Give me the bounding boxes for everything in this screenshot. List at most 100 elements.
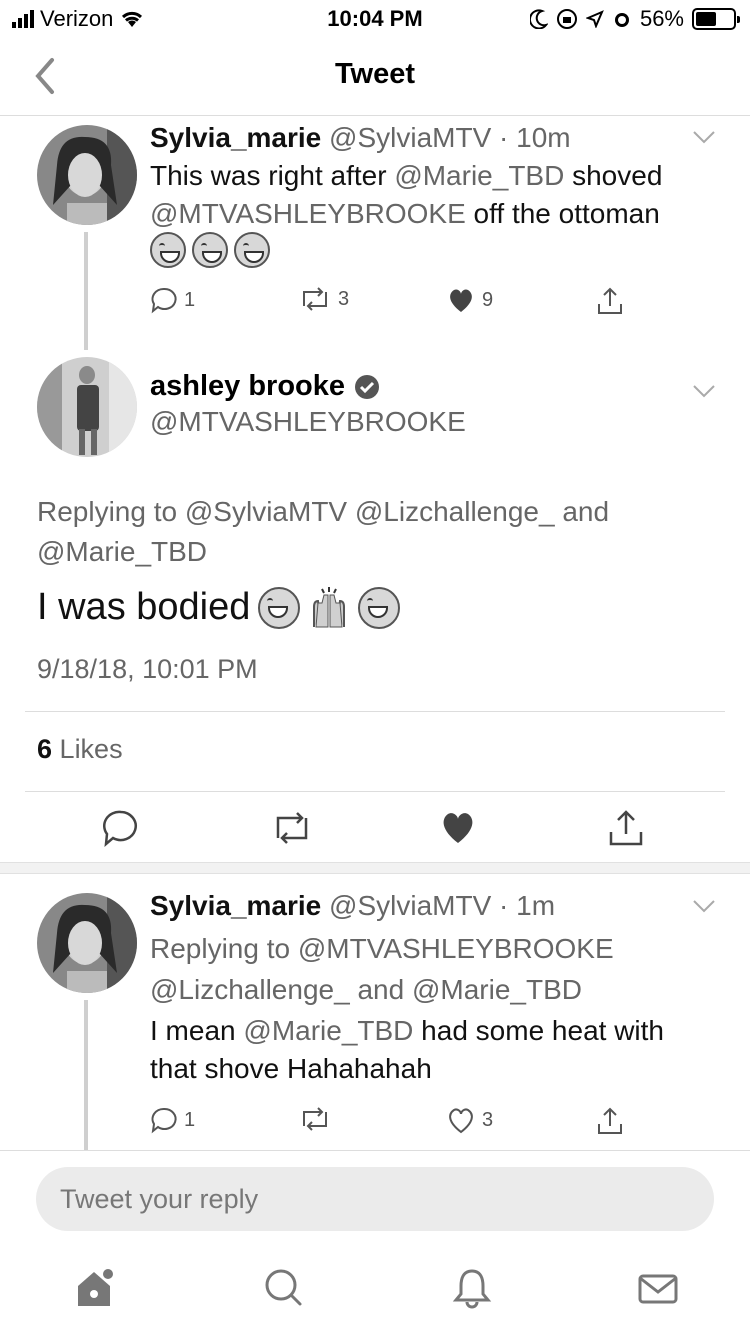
main-author-handle[interactable]: @MTVASHLEYBROOKE <box>150 406 466 438</box>
mention-link[interactable]: @MTVASHLEYBROOKE <box>298 933 614 964</box>
replying-and: and <box>562 496 610 527</box>
search-icon[interactable] <box>262 1266 306 1310</box>
retweet-button[interactable] <box>298 1106 332 1132</box>
retweet-icon <box>303 1107 327 1131</box>
battery-percent: 56% <box>639 6 684 31</box>
chevron-down-icon[interactable] <box>692 130 716 144</box>
tweet-body: I mean @Marie_TBD had some heat with that… <box>150 1012 720 1088</box>
laughing-emoji-icon <box>192 232 228 268</box>
battery-icon <box>692 8 740 30</box>
tweet-time: 10m <box>516 122 571 153</box>
tweet-author-name[interactable]: Sylvia_marie <box>150 122 321 153</box>
mention-link[interactable]: @Marie_TBD <box>412 974 582 1005</box>
raised-hands-emoji-icon <box>308 586 350 629</box>
status-right: 56% <box>529 6 740 32</box>
reply-button[interactable]: 1 <box>150 1106 195 1134</box>
tweet-text: shoved <box>564 160 663 191</box>
chevron-down-icon[interactable] <box>692 384 716 398</box>
share-icon <box>598 287 622 314</box>
retweet-icon <box>303 287 327 311</box>
chevron-down-icon[interactable] <box>692 899 716 913</box>
tweet-text: had some heat with <box>413 1015 664 1046</box>
mention-link[interactable]: @Lizchallenge_ <box>355 496 555 527</box>
main-tweet-text: I was bodied <box>37 586 401 629</box>
tweet-text: This was right after <box>150 160 395 191</box>
tweet-author-handle[interactable]: @SylviaMTV <box>329 122 491 153</box>
moon-icon <box>529 9 548 29</box>
mention-link[interactable]: @Marie_TBD <box>37 536 207 567</box>
tweet-header: Sylvia_marie @SylviaMTV · 10m <box>150 122 571 153</box>
divider <box>25 711 725 712</box>
page-title: Tweet <box>334 58 416 90</box>
likes-label: Likes <box>59 734 123 764</box>
location-icon <box>585 10 604 28</box>
like-button[interactable]: 9 <box>446 286 493 314</box>
alarm-icon <box>614 13 629 27</box>
winking-tongue-emoji-icon <box>358 586 401 629</box>
mention-link[interactable]: @Lizchallenge_ <box>150 974 350 1005</box>
tweet-body: This was right after @Marie_TBD shoved @M… <box>150 157 710 233</box>
likes-count: 6 <box>37 734 53 764</box>
tweet-text: off the ottoman <box>465 198 660 229</box>
main-tweet-timestamp: 9/18/18, 10:01 PM <box>37 654 258 684</box>
like-button[interactable]: 3 <box>446 1106 493 1134</box>
laughing-emoji-icon <box>234 232 270 268</box>
share-icon <box>598 1107 622 1134</box>
mail-icon[interactable] <box>636 1266 680 1310</box>
main-author: ashley brooke <box>150 370 381 403</box>
tweet-replying-to: Replying to @MTVASHLEYBROOKE @Lizchalleng… <box>150 928 614 1010</box>
mention-link[interactable]: @Marie_TBD <box>243 1015 413 1046</box>
avatar[interactable] <box>37 357 137 457</box>
heart-filled-icon[interactable] <box>438 808 478 846</box>
tweet-author-handle[interactable]: @SylviaMTV <box>329 890 491 921</box>
reply-icon <box>151 1107 177 1134</box>
bell-icon[interactable] <box>450 1266 494 1310</box>
tweet-text: I mean <box>150 1015 244 1046</box>
heart-outline-icon <box>449 1108 473 1134</box>
tab-bar <box>0 1250 750 1333</box>
main-tweet-body: I was bodied <box>37 586 251 628</box>
mention-link[interactable]: @SylviaMTV <box>185 496 347 527</box>
reply-icon <box>151 287 177 314</box>
avatar[interactable] <box>37 125 137 225</box>
reply-button[interactable]: 1 <box>150 286 195 314</box>
retweet-count: 3 <box>338 287 350 310</box>
mention-link[interactable]: @Marie_TBD <box>394 160 564 191</box>
tweet-actions: 1 3 <box>150 1106 630 1142</box>
reply-count: 1 <box>184 288 196 311</box>
home-icon[interactable] <box>74 1266 118 1310</box>
likes-summary[interactable]: 6 Likes <box>37 734 123 765</box>
status-bar: Verizon 10:04 PM 56% <box>0 0 750 40</box>
tweet-actions: 1 3 9 <box>150 286 630 322</box>
verified-badge-icon <box>355 374 380 399</box>
section-separator <box>0 862 750 874</box>
tweet-text: that shove Hahahahah <box>150 1053 432 1084</box>
replying-label: Replying to <box>150 933 291 964</box>
tweet-author-name[interactable]: Sylvia_marie <box>150 890 321 921</box>
heart-filled-icon <box>450 289 472 312</box>
laughing-emoji-icon <box>150 232 186 268</box>
retweet-icon[interactable] <box>270 808 314 848</box>
thread-line <box>84 232 88 350</box>
reply-input[interactable]: Tweet your reply <box>36 1167 714 1231</box>
like-count: 3 <box>482 1108 494 1131</box>
reply-count: 1 <box>184 1108 196 1131</box>
reply-icon[interactable] <box>102 808 140 848</box>
share-button[interactable] <box>596 1106 624 1136</box>
share-icon[interactable] <box>606 808 646 848</box>
retweet-button[interactable]: 3 <box>298 286 349 312</box>
reply-placeholder: Tweet your reply <box>60 1183 259 1214</box>
nav-bar: Tweet <box>0 40 750 116</box>
share-button[interactable] <box>596 286 624 316</box>
tweet-header: Sylvia_marie @SylviaMTV · 1m <box>150 890 556 921</box>
laughing-emoji-icon <box>258 586 301 629</box>
tweet-time: 1m <box>516 890 556 921</box>
replying-to: Replying to @SylviaMTV @Lizchallenge_ an… <box>37 492 687 572</box>
main-author-name[interactable]: ashley brooke <box>150 370 345 403</box>
mention-link[interactable]: @MTVASHLEYBROOKE <box>150 198 466 229</box>
avatar[interactable] <box>37 893 137 993</box>
divider <box>25 791 725 792</box>
like-count: 9 <box>482 288 494 311</box>
replying-label: Replying to <box>37 496 178 527</box>
emoji-row <box>150 232 270 268</box>
